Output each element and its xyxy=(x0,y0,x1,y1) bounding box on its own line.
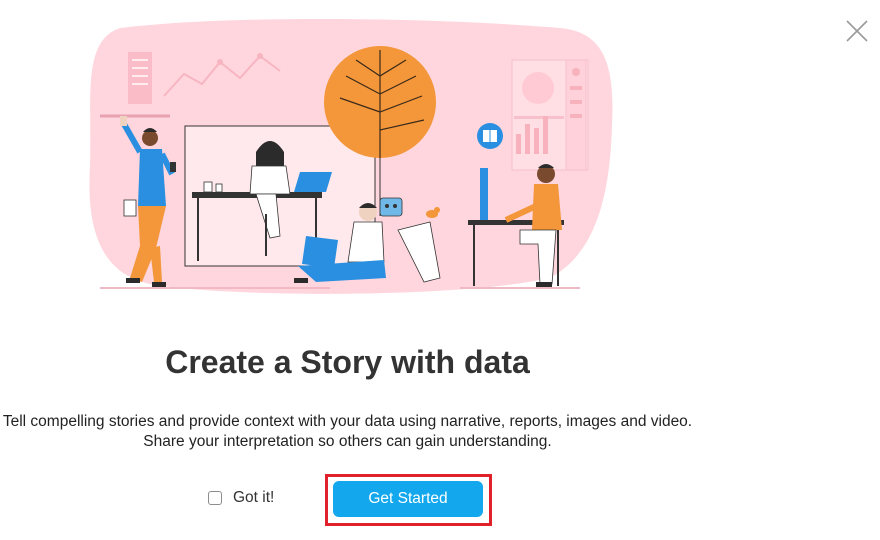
close-icon[interactable] xyxy=(844,18,870,44)
robot-icon xyxy=(379,197,403,217)
dialog-title: Create a Story with data xyxy=(165,344,530,380)
get-started-button[interactable]: Get Started xyxy=(333,481,483,517)
wall-dashboard-right-icon xyxy=(511,59,589,171)
got-it-label: Got it! xyxy=(233,489,275,506)
description-line-1: Tell compelling stories and provide cont… xyxy=(2,413,693,430)
dialog-description: Tell compelling stories and provide cont… xyxy=(0,412,695,452)
tree-icon xyxy=(324,46,436,158)
got-it-option[interactable]: Got it! xyxy=(208,489,274,507)
got-it-checkbox[interactable] xyxy=(208,491,222,505)
description-line-2: Share your interpretation so others can … xyxy=(143,433,552,450)
team-illustration xyxy=(89,18,613,294)
